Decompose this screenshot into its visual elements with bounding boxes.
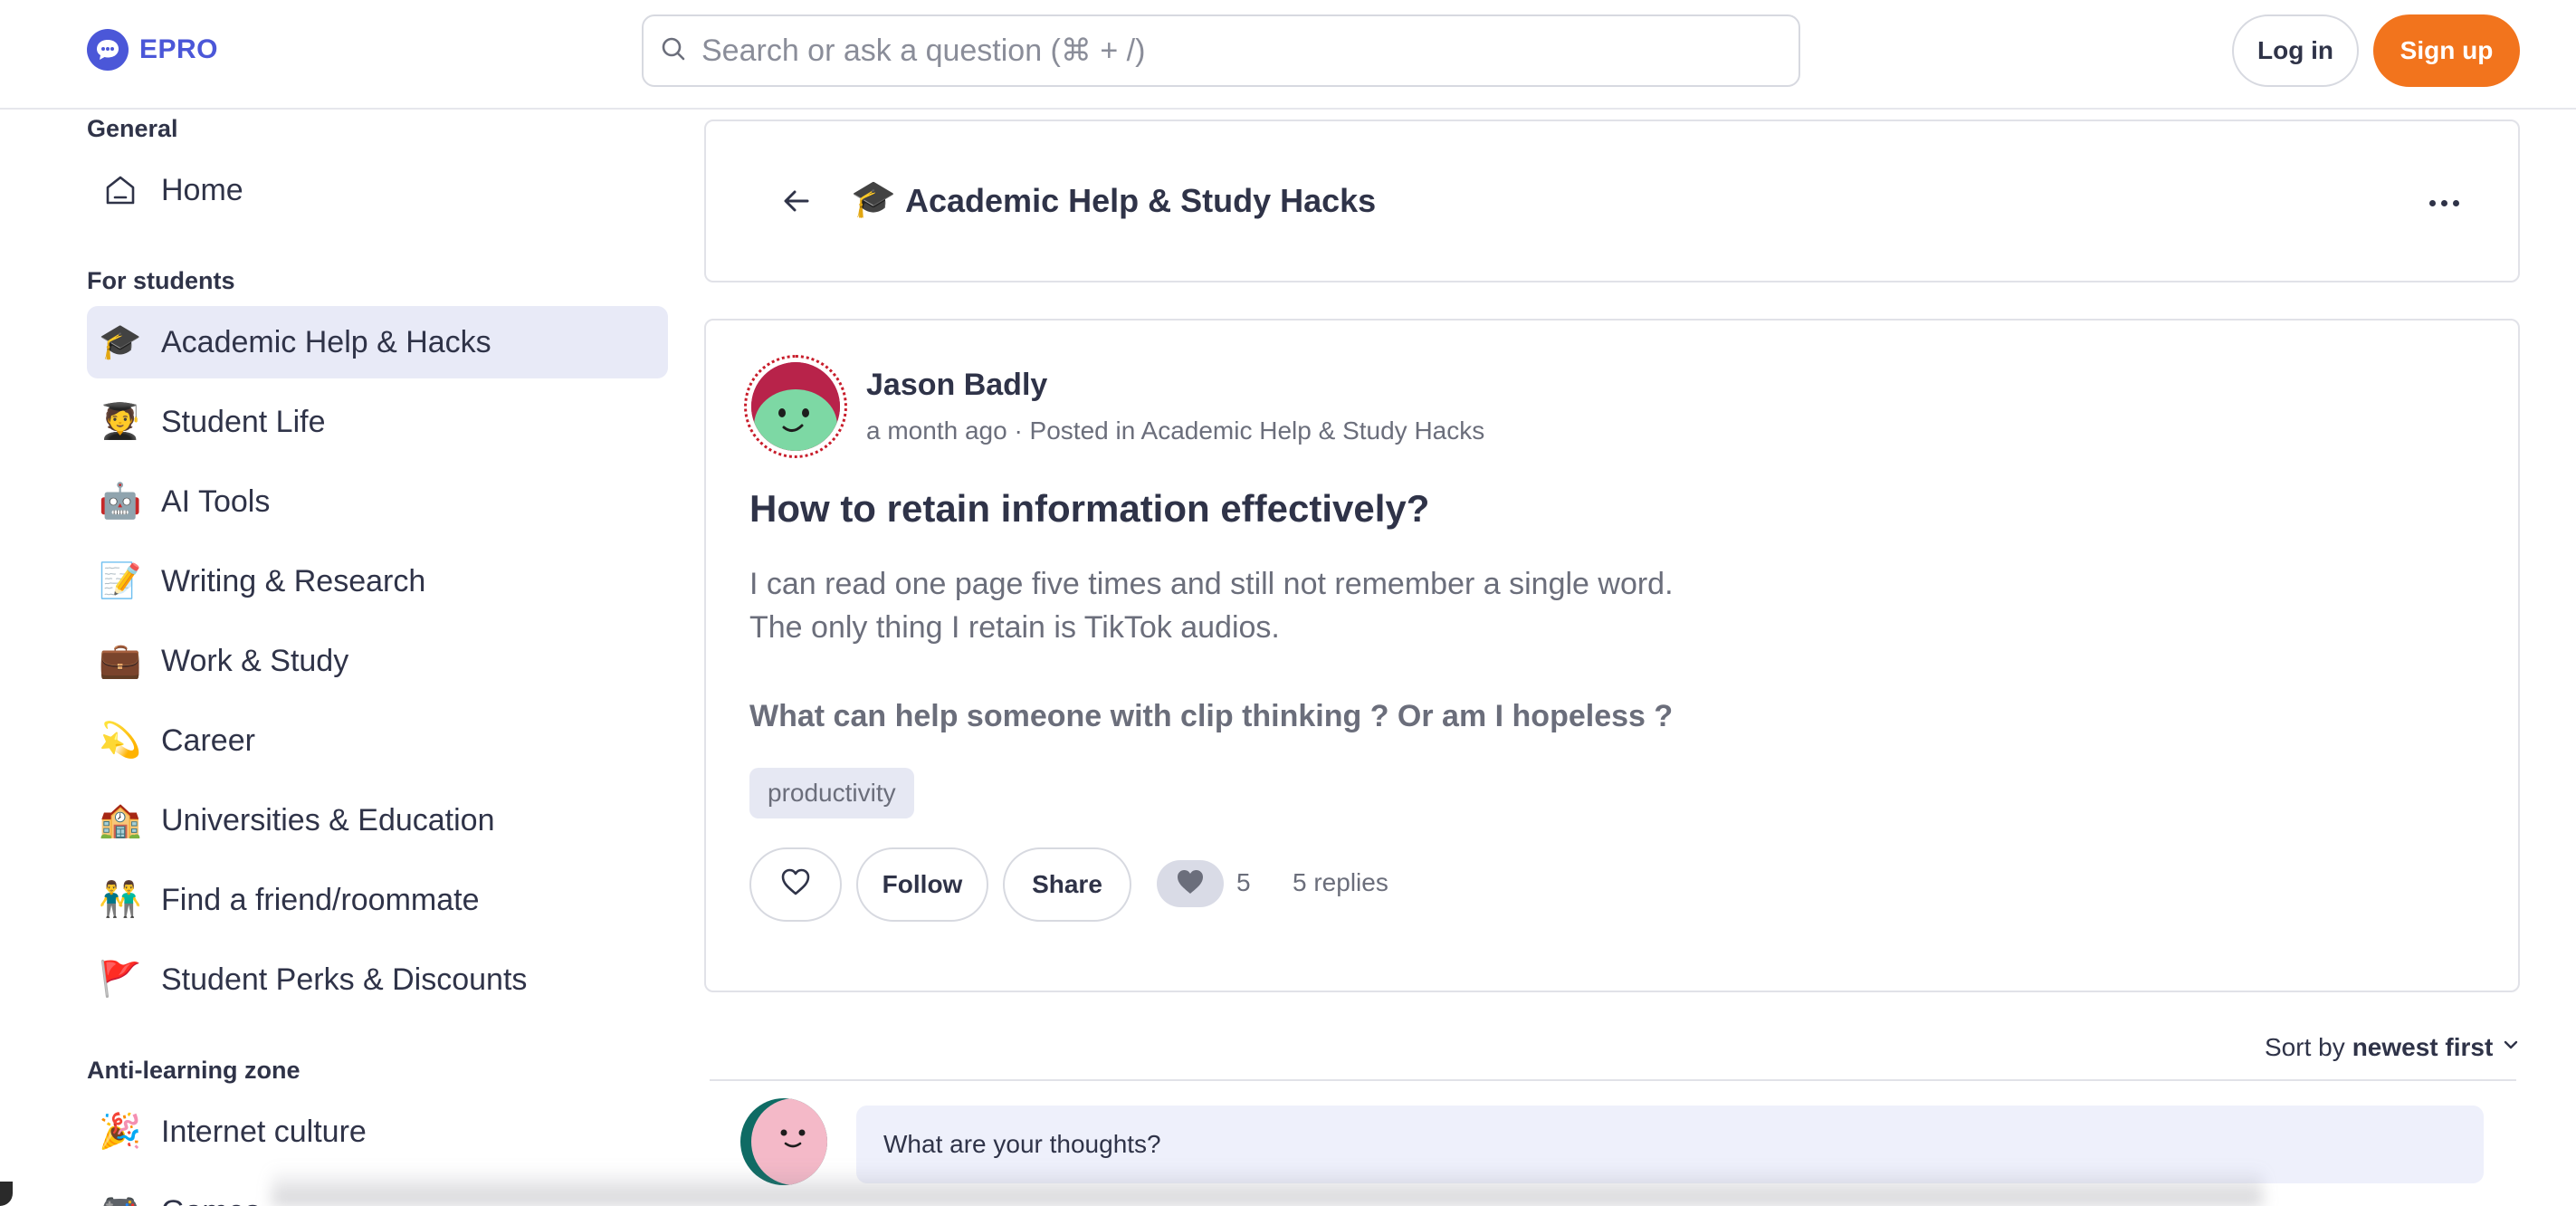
sidebar-item-home[interactable]: Home bbox=[87, 154, 668, 226]
home-icon bbox=[100, 169, 141, 211]
sidebar-item-label: Student Perks & Discounts bbox=[161, 962, 528, 997]
graduation-cap-icon: 🎓 bbox=[99, 323, 142, 361]
post-body-line: The only thing I retain is TikTok audios… bbox=[749, 610, 1280, 645]
sidebar-section-for-students: For students bbox=[87, 267, 235, 294]
party-popper-icon: 🎉 bbox=[99, 1113, 142, 1151]
share-button[interactable]: Share bbox=[1003, 847, 1131, 922]
sidebar-item-find-friend[interactable]: 👬 Find a friend/roommate bbox=[87, 864, 668, 936]
robot-icon: 🤖 bbox=[99, 483, 142, 521]
sidebar-item-ai-tools[interactable]: 🤖 AI Tools bbox=[87, 465, 668, 538]
sidebar-section-general: General bbox=[87, 115, 178, 142]
like-count: 5 bbox=[1236, 868, 1251, 896]
search-input[interactable] bbox=[701, 33, 1742, 69]
search-bar[interactable] bbox=[642, 14, 1800, 87]
sort-prefix: Sort by bbox=[2265, 1033, 2345, 1061]
brand-logo[interactable]: EPRO bbox=[87, 29, 218, 71]
topic-title: Academic Help & Study Hacks bbox=[905, 182, 1377, 219]
tag-productivity[interactable]: productivity bbox=[749, 768, 914, 818]
dot bbox=[2428, 199, 2436, 206]
sidebar-item-label: Home bbox=[161, 172, 243, 207]
school-icon: 🏫 bbox=[99, 801, 142, 839]
topic-header-card: 🎓 Academic Help & Study Hacks bbox=[704, 120, 2520, 282]
briefcase-icon: 💼 bbox=[99, 642, 142, 680]
sidebar-item-label: Career bbox=[161, 723, 255, 758]
chat-bubble-logo-icon bbox=[87, 29, 129, 71]
post-meta: a month ago · Posted in Academic Help & … bbox=[866, 416, 1485, 445]
arrow-left-icon bbox=[780, 185, 813, 222]
sort-value: newest first bbox=[2352, 1033, 2494, 1061]
signup-button[interactable]: Sign up bbox=[2373, 14, 2520, 87]
sort-dropdown[interactable]: Sort by newest first bbox=[2265, 1033, 2522, 1062]
follow-button[interactable]: Follow bbox=[856, 847, 988, 922]
sidebar-item-label: Academic Help & Hacks bbox=[161, 324, 491, 359]
sidebar-item-career[interactable]: 💫 Career bbox=[87, 704, 668, 777]
sidebar-item-label: Universities & Education bbox=[161, 802, 495, 838]
post-body-line: I can read one page five times and still… bbox=[749, 567, 1674, 601]
memo-icon: 📝 bbox=[99, 562, 142, 600]
dot bbox=[2452, 199, 2459, 206]
post-title: How to retain information effectively? bbox=[749, 487, 1430, 530]
sidebar-item-internet-culture[interactable]: 🎉 Internet culture bbox=[87, 1096, 668, 1168]
sidebar-item-label: Work & Study bbox=[161, 643, 349, 678]
avatar-face bbox=[751, 362, 840, 451]
back-button[interactable] bbox=[769, 176, 824, 230]
author-avatar[interactable] bbox=[744, 355, 847, 458]
heart-outline-icon bbox=[780, 867, 811, 903]
sidebar-item-student-life[interactable]: 🧑‍🎓 Student Life bbox=[87, 386, 668, 458]
sidebar-item-label: Writing & Research bbox=[161, 563, 426, 598]
sidebar: General Home For students 🎓 Academic Hel… bbox=[0, 110, 688, 1206]
comments-divider bbox=[710, 1079, 2516, 1081]
game-controller-icon: 🎮 bbox=[99, 1191, 141, 1206]
login-button[interactable]: Log in bbox=[2232, 14, 2359, 87]
heart-filled-icon bbox=[1175, 867, 1206, 901]
sidebar-item-label: Find a friend/roommate bbox=[161, 882, 480, 917]
two-people-icon: 👬 bbox=[99, 881, 142, 919]
more-options-button[interactable] bbox=[2417, 177, 2471, 228]
sidebar-section-anti-learning: Anti-learning zone bbox=[87, 1057, 301, 1084]
window-shadow bbox=[272, 1168, 2263, 1206]
replies-count[interactable]: 5 replies bbox=[1293, 868, 1388, 897]
search-icon bbox=[660, 35, 687, 67]
chevron-down-icon bbox=[2500, 1033, 2522, 1062]
sidebar-item-label: Student Life bbox=[161, 404, 326, 439]
graduation-cap-icon: 🎓 bbox=[851, 179, 896, 219]
red-flag-icon: 🚩 bbox=[99, 961, 142, 999]
sidebar-item-student-perks[interactable]: 🚩 Student Perks & Discounts bbox=[87, 943, 668, 1016]
dot bbox=[2440, 199, 2447, 206]
sidebar-item-writing-research[interactable]: 📝 Writing & Research bbox=[87, 545, 668, 617]
post-question: What can help someone with clip thinking… bbox=[749, 699, 1674, 733]
sidebar-item-universities[interactable]: 🏫 Universities & Education bbox=[87, 784, 668, 857]
sidebar-item-work-study[interactable]: 💼 Work & Study bbox=[87, 625, 668, 697]
reactions-badge[interactable] bbox=[1157, 860, 1224, 907]
like-button[interactable] bbox=[749, 847, 842, 922]
sidebar-item-label: Games bbox=[161, 1194, 261, 1206]
sidebar-item-label: AI Tools bbox=[161, 483, 271, 519]
sidebar-item-label: Internet culture bbox=[161, 1114, 367, 1149]
brand-name: EPRO bbox=[139, 34, 219, 64]
top-header: EPRO Log in Sign up bbox=[0, 0, 2576, 110]
author-name[interactable]: Jason Badly bbox=[866, 368, 1047, 403]
sidebar-item-academic-help[interactable]: 🎓 Academic Help & Hacks bbox=[87, 306, 668, 378]
dizzy-star-icon: 💫 bbox=[99, 722, 142, 760]
student-icon: 🧑‍🎓 bbox=[99, 403, 142, 441]
post-card: Jason Badly a month ago · Posted in Acad… bbox=[704, 319, 2520, 992]
